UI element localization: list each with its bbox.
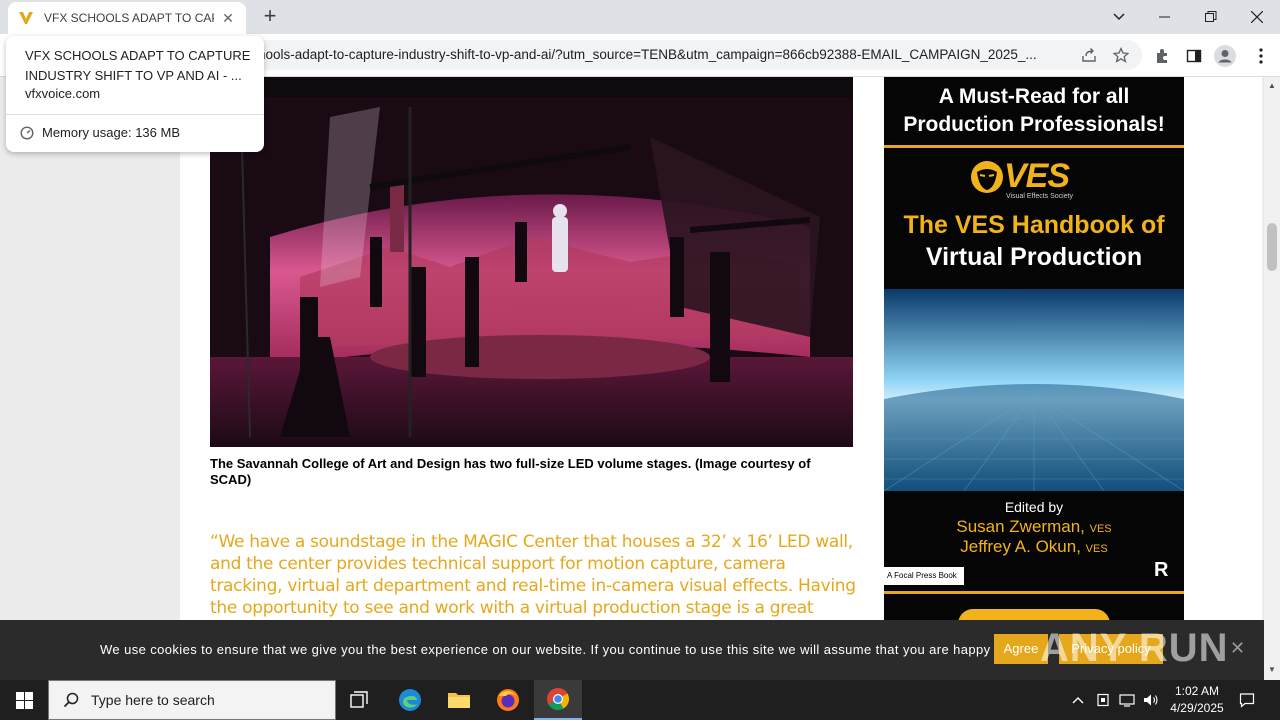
notification-center-icon[interactable] bbox=[1236, 690, 1258, 710]
ves-logo: VES Visual Effects Society bbox=[970, 157, 1073, 200]
minimize-button[interactable] bbox=[1142, 0, 1188, 34]
firefox-icon bbox=[497, 689, 519, 711]
ves-mask-icon bbox=[971, 160, 1003, 193]
hovercard-memory: Memory usage: 136 MB bbox=[20, 125, 180, 140]
windows-logo-icon bbox=[15, 691, 33, 709]
hovercard-domain: vfxvoice.com bbox=[25, 86, 101, 101]
vfxvoice-favicon-icon bbox=[18, 10, 34, 26]
bookmark-star-icon[interactable] bbox=[1110, 44, 1132, 66]
watermark-text: ANY RUN bbox=[1040, 626, 1229, 670]
cookie-banner: We use cookies to ensure that we give yo… bbox=[0, 620, 1264, 680]
tab-search-icon[interactable] bbox=[1096, 0, 1142, 34]
hovercard-divider bbox=[6, 114, 264, 115]
edge-icon bbox=[399, 689, 421, 711]
show-hidden-icons-chevron-icon[interactable] bbox=[1068, 690, 1088, 710]
ad-headline-line-2: Production Professionals! bbox=[903, 113, 1165, 136]
book-title-line-2: Virtual Production bbox=[925, 243, 1143, 271]
cookie-close-icon[interactable]: ✕ bbox=[1230, 638, 1245, 659]
scrollbar-thumb[interactable] bbox=[1267, 223, 1277, 271]
task-view-button[interactable] bbox=[336, 680, 384, 720]
side-panel-icon[interactable] bbox=[1183, 45, 1205, 67]
editor-1-suffix: VES bbox=[1089, 523, 1112, 535]
book-cover-art bbox=[884, 289, 1184, 492]
menu-kebab-icon[interactable] bbox=[1250, 45, 1272, 67]
editor-1-name: Susan Zwerman, bbox=[956, 517, 1085, 536]
tab-strip: VFX SCHOOLS ADAPT TO CAPTU ✕ + bbox=[0, 0, 1280, 34]
sidebar-ad[interactable]: A Must-Read for all Production Professio… bbox=[884, 77, 1184, 637]
close-window-button[interactable] bbox=[1234, 0, 1280, 34]
ad-headline-line-1: A Must-Read for all bbox=[938, 85, 1130, 108]
tab-hover-card: VFX SCHOOLS ADAPT TO CAPTURE INDUSTRY SH… bbox=[6, 36, 264, 152]
publisher-logo-icon: R bbox=[1154, 559, 1169, 581]
tab-title: VFX SCHOOLS ADAPT TO CAPTU bbox=[44, 11, 214, 25]
scroll-up-arrow-icon[interactable]: ▲ bbox=[1268, 81, 1276, 90]
share-icon[interactable] bbox=[1078, 44, 1100, 66]
ad-divider bbox=[884, 145, 1184, 148]
volume-icon[interactable] bbox=[1140, 690, 1162, 710]
editor-2: Jeffrey A. Okun, VES bbox=[884, 537, 1184, 557]
article-photo bbox=[210, 77, 853, 447]
edited-by-label: Edited by bbox=[1004, 499, 1064, 515]
taskbar-chrome-button[interactable] bbox=[534, 680, 582, 720]
task-view-icon bbox=[350, 691, 368, 708]
ves-logo-text: VES bbox=[1004, 157, 1070, 195]
extensions-icon[interactable] bbox=[1151, 45, 1173, 67]
taskbar-firefox-button[interactable] bbox=[484, 680, 532, 720]
ad-headline: A Must-Read for all Production Professio… bbox=[884, 83, 1184, 139]
editor-2-name: Jeffrey A. Okun, bbox=[960, 537, 1081, 556]
ad-bottom-divider bbox=[884, 591, 1184, 594]
hovercard-title: VFX SCHOOLS ADAPT TO CAPTURE INDUSTRY SH… bbox=[25, 48, 251, 83]
book-title-line-1: The VES Handbook of bbox=[903, 211, 1165, 239]
search-icon bbox=[63, 692, 79, 708]
start-button[interactable] bbox=[0, 680, 48, 720]
scroll-down-arrow-icon[interactable]: ▼ bbox=[1268, 665, 1276, 674]
restore-button[interactable] bbox=[1188, 0, 1234, 34]
page-scrollbar[interactable]: ▲ ▼ bbox=[1264, 77, 1280, 680]
search-placeholder: Type here to search bbox=[91, 692, 215, 708]
windows-taskbar: Type here to search 1:02 AM 4/29/2025 bbox=[0, 680, 1280, 720]
taskbar-file-explorer-button[interactable] bbox=[435, 680, 483, 720]
tab-close-icon[interactable]: ✕ bbox=[220, 10, 236, 27]
editor-2-suffix: VES bbox=[1085, 543, 1108, 555]
memory-gauge-icon bbox=[20, 125, 34, 140]
photo-caption: The Savannah College of Art and Design h… bbox=[210, 456, 811, 487]
network-icon[interactable] bbox=[1116, 690, 1138, 710]
taskbar-edge-button[interactable] bbox=[386, 680, 434, 720]
clock-time: 1:02 AM bbox=[1174, 684, 1220, 698]
editor-1: Susan Zwerman, VES bbox=[884, 517, 1184, 537]
device-tray-icon[interactable] bbox=[1093, 690, 1113, 710]
system-clock[interactable]: 1:02 AM 4/29/2025 bbox=[1160, 683, 1234, 717]
anyrun-watermark: ANY RUN bbox=[1040, 626, 1229, 671]
new-tab-button[interactable]: + bbox=[258, 5, 282, 29]
memory-usage-text: Memory usage: 136 MB bbox=[42, 125, 181, 140]
chrome-icon bbox=[547, 688, 569, 710]
profile-avatar-icon[interactable] bbox=[1214, 45, 1236, 67]
browser-tab[interactable]: VFX SCHOOLS ADAPT TO CAPTU ✕ bbox=[8, 2, 246, 34]
folder-icon bbox=[448, 693, 470, 708]
publisher-label: A Focal Press Book bbox=[884, 567, 964, 585]
taskbar-search-box[interactable]: Type here to search bbox=[48, 680, 336, 720]
clock-date: 4/29/2025 bbox=[1170, 701, 1224, 715]
ves-logo-subtitle: Visual Effects Society bbox=[1006, 193, 1074, 200]
article-content: The Savannah College of Art and Design h… bbox=[180, 77, 1262, 680]
cookie-message: We use cookies to ensure that we give yo… bbox=[100, 642, 1035, 657]
web-page: The Savannah College of Art and Design h… bbox=[0, 77, 1264, 680]
url-text: hools-adapt-to-capture-industry-shift-to… bbox=[258, 47, 1037, 62]
